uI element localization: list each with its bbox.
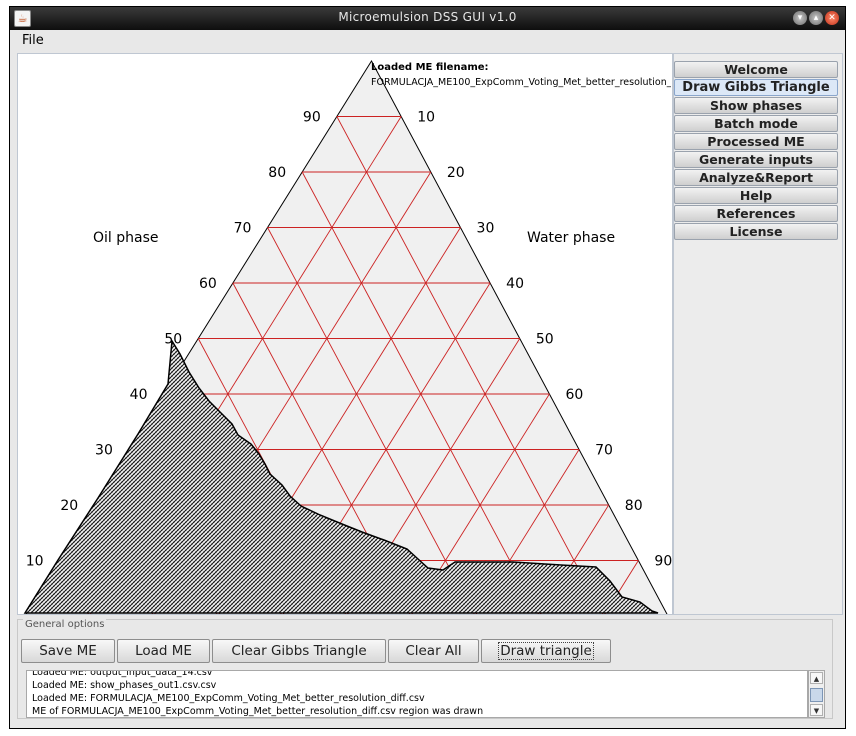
oil-phase-label: Oil phase [93,230,159,246]
clear-all-label: Clear All [405,643,462,659]
side-menu-welcome[interactable]: Welcome [674,61,838,78]
scroll-up-icon[interactable]: ▲ [810,672,823,684]
side-menu-help[interactable]: Help [674,187,838,204]
minimize-icon[interactable]: ▾ [793,11,807,25]
log-scrollbar[interactable]: ▲ ▼ [808,670,825,718]
left-tick-label: 30 [95,443,113,459]
right-tick-label: 90 [654,554,672,570]
general-options-legend: General options [23,619,107,630]
window-title: Microemulsion DSS GUI v1.0 [338,10,517,24]
save-me-button[interactable]: Save ME [21,639,115,663]
menu-file[interactable]: File [22,33,44,48]
right-tick-label: 50 [536,332,554,348]
right-tick-label: 30 [477,221,495,237]
left-tick-label: 40 [130,387,148,403]
clear-all-button[interactable]: Clear All [388,639,479,663]
right-tick-label: 60 [565,387,583,403]
draw-triangle-button[interactable]: Draw triangle [481,639,611,663]
gibbs-triangle-canvas[interactable]: 90 80 70 60 50 40 30 20 10 10 20 30 40 50 60 70 80 90 Loa… [17,53,673,615]
left-tick-label: 70 [234,221,252,237]
right-tick-label: 10 [417,110,435,126]
load-me-button[interactable]: Load ME [117,639,210,663]
title-bar[interactable]: ☕ Microemulsion DSS GUI v1.0 ▾ ▴ ✕ [10,7,845,30]
app-window: ☕ Microemulsion DSS GUI v1.0 ▾ ▴ ✕ File … [9,6,846,729]
loaded-filename-value: FORMULACJA_ME100_ExpComm_Voting_Met_bett… [371,77,671,88]
maximize-icon[interactable]: ▴ [809,11,823,25]
scroll-down-icon[interactable]: ▼ [810,704,823,716]
side-menu-draw-gibbs-triangle[interactable]: Draw Gibbs Triangle [674,79,838,96]
right-tick-label: 80 [625,498,643,514]
scroll-thumb[interactable] [810,688,823,702]
log-line: ME of FORMULACJA_ME100_ExpComm_Voting_Me… [32,706,484,717]
right-tick-label: 20 [447,165,465,181]
side-menu: Welcome Draw Gibbs Triangle Show phases Bat… [673,53,843,615]
general-options-panel: General options Save ME Load ME Clear Gi… [17,619,843,721]
left-tick-label: 20 [60,498,78,514]
side-menu-processed-me[interactable]: Processed ME [674,133,838,150]
log-line: Loaded ME: show_phases_out1.csv.csv [32,680,217,691]
loaded-filename-label: Loaded ME filename: [371,62,489,73]
clear-gibbs-triangle-button[interactable]: Clear Gibbs Triangle [212,639,386,663]
close-icon[interactable]: ✕ [825,11,839,25]
gibbs-triangle-svg: 90 80 70 60 50 40 30 20 10 10 20 30 40 50 60 70 80 90 [23,60,672,614]
right-tick-label: 70 [595,443,613,459]
left-tick-label: 50 [164,332,182,348]
side-menu-references[interactable]: References [674,205,838,222]
side-menu-license[interactable]: License [674,223,838,240]
log-area[interactable]: Loaded ME: output_input_data_14.csv Load… [26,670,808,718]
save-me-label: Save ME [39,643,97,659]
load-me-label: Load ME [135,643,192,659]
left-tick-label: 80 [268,165,286,181]
side-menu-generate-inputs[interactable]: Generate inputs [674,151,838,168]
log-line: Loaded ME: FORMULACJA_ME100_ExpComm_Voti… [32,693,425,704]
water-phase-label: Water phase [527,230,616,246]
clear-gibbs-label: Clear Gibbs Triangle [231,643,367,659]
draw-triangle-label: Draw triangle [498,642,594,660]
side-menu-analyze-report[interactable]: Analyze&Report [674,169,838,186]
side-menu-batch-mode[interactable]: Batch mode [674,115,838,132]
left-tick-label: 10 [26,554,44,570]
menu-bar: File [10,30,845,52]
left-tick-label: 60 [199,276,217,292]
left-tick-label: 90 [303,110,321,126]
log-line: Loaded ME: output_input_data_14.csv [32,670,213,678]
right-tick-label: 40 [506,276,524,292]
side-menu-show-phases[interactable]: Show phases [674,97,838,114]
